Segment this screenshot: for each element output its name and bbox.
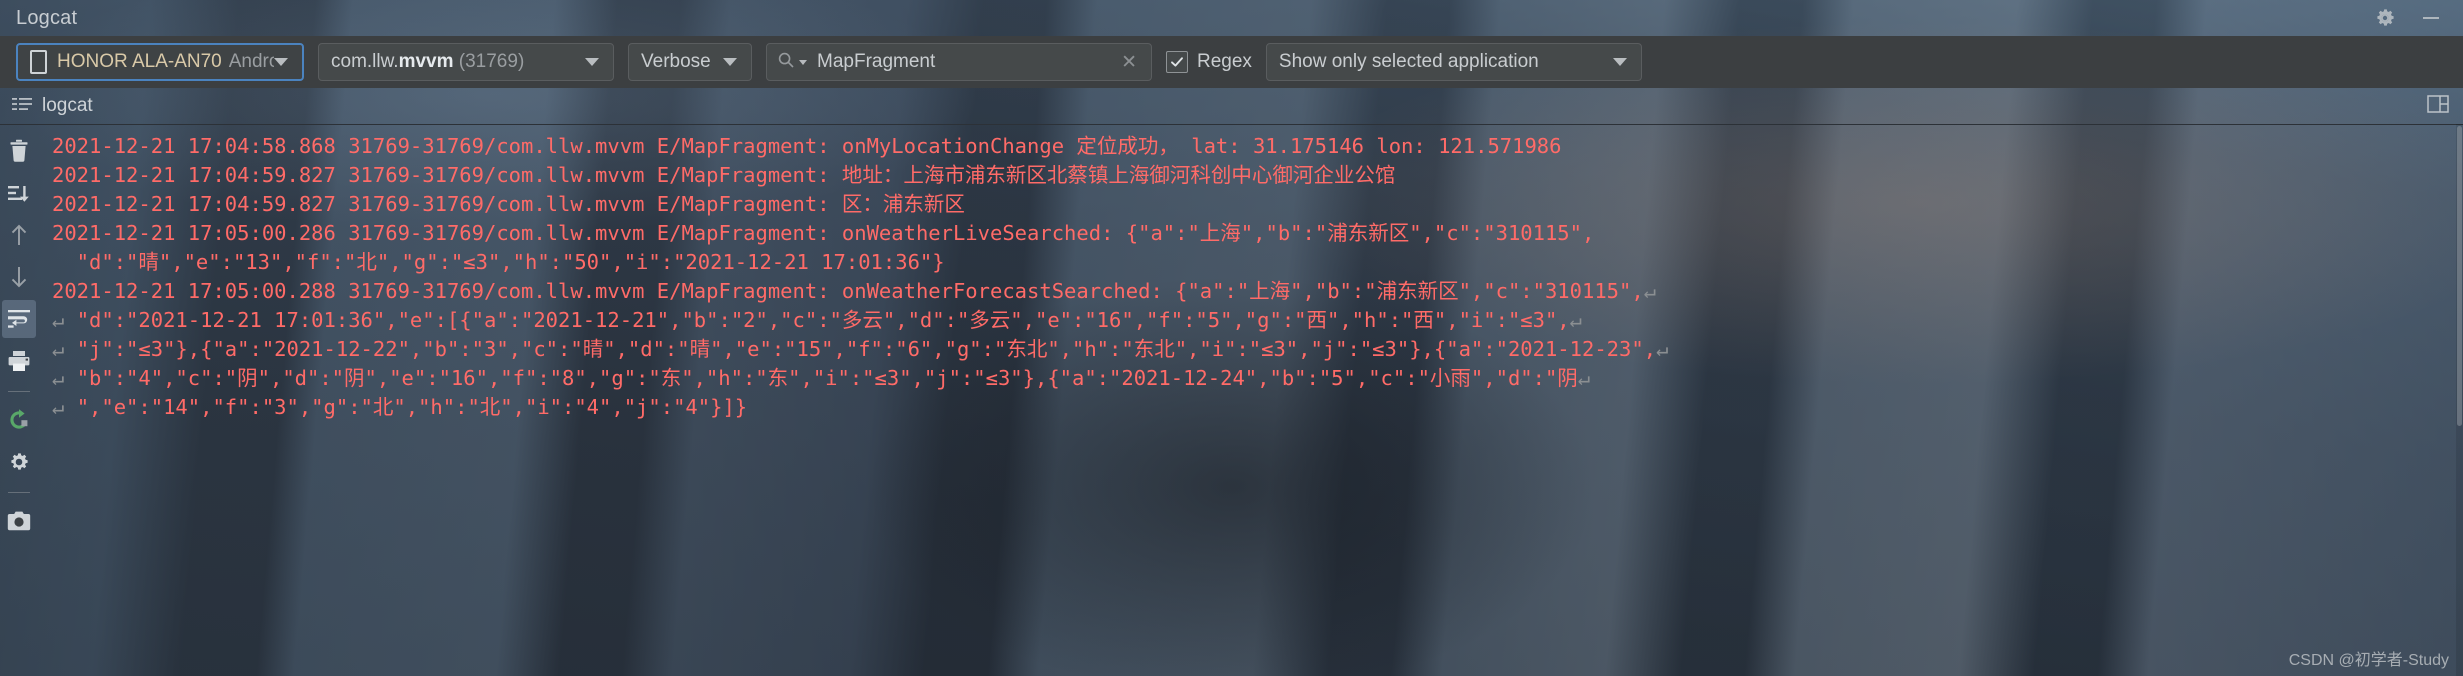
regex-checkbox[interactable]: Regex bbox=[1166, 51, 1252, 73]
wrap-marker-icon: ↵ bbox=[52, 308, 77, 332]
logcat-list-icon bbox=[12, 96, 32, 117]
layout-panels-icon[interactable] bbox=[2427, 94, 2449, 118]
soft-wrap-icon[interactable] bbox=[2, 300, 36, 338]
chevron-down-icon bbox=[723, 58, 737, 66]
device-selector[interactable]: HONOR ALA-AN70 Android 10, bbox=[16, 43, 304, 81]
wrap-marker-icon: ↵ bbox=[1577, 366, 1591, 390]
gear-icon[interactable] bbox=[2373, 6, 2397, 30]
log-line[interactable]: 2021-12-21 17:04:58.868 31769-31769/com.… bbox=[52, 132, 2463, 161]
log-line[interactable]: ↵ "j":"≤3"},{"a":"2021-12-22","b":"3","c… bbox=[52, 335, 2463, 364]
log-line-text: 2021-12-21 17:04:59.827 31769-31769/com.… bbox=[52, 163, 1396, 187]
wrap-marker-icon: ↵ bbox=[52, 366, 77, 390]
divider bbox=[8, 492, 30, 493]
process-label: com.llw.mvvm (31769) bbox=[331, 51, 525, 72]
process-selector[interactable]: com.llw.mvvm (31769) bbox=[318, 43, 614, 81]
title-bar-actions bbox=[2373, 6, 2443, 30]
chevron-down-icon bbox=[274, 58, 288, 66]
log-line[interactable]: ↵ "b":"4","c":"阴","d":"阴","e":"16","f":"… bbox=[52, 364, 2463, 393]
device-name: HONOR ALA-AN70 bbox=[57, 51, 222, 72]
wrap-marker-icon: ↵ bbox=[1569, 308, 1582, 332]
scroll-to-end-icon[interactable] bbox=[2, 174, 36, 212]
wrap-marker-icon: ↵ bbox=[52, 395, 77, 419]
log-line[interactable]: "d":"晴","e":"13","f":"北","g":"≤3","h":"5… bbox=[52, 248, 2463, 277]
page-title: Logcat bbox=[16, 6, 78, 29]
log-line-text: 2021-12-21 17:05:00.288 31769-31769/com.… bbox=[52, 279, 1644, 303]
log-line[interactable]: ↵ "d":"2021-12-21 17:01:36","e":[{"a":"2… bbox=[52, 306, 2463, 335]
close-icon[interactable]: ✕ bbox=[1117, 51, 1141, 74]
chevron-down-icon bbox=[1612, 58, 1627, 66]
checkmark-icon bbox=[1166, 51, 1188, 73]
log-line[interactable]: 2021-12-21 17:05:00.288 31769-31769/com.… bbox=[52, 277, 2463, 306]
restart-icon[interactable] bbox=[2, 401, 36, 439]
logcat-tabstrip: logcat bbox=[0, 88, 2463, 125]
device-meta: Android 10, bbox=[228, 51, 274, 72]
filter-scope-selector[interactable]: Show only selected application bbox=[1265, 43, 1642, 81]
log-line-text: "d":"2021-12-21 17:01:36","e":[{"a":"202… bbox=[76, 308, 1570, 332]
log-line[interactable]: ↵ ","e":"14","f":"3","g":"北","h":"北","i"… bbox=[52, 393, 2463, 422]
wrap-marker-icon: ↵ bbox=[1656, 337, 1669, 361]
screenshot-icon[interactable] bbox=[2, 502, 36, 540]
down-arrow-icon[interactable] bbox=[2, 258, 36, 296]
log-level-value: Verbose bbox=[641, 51, 711, 72]
clear-logcat-icon[interactable] bbox=[2, 132, 36, 170]
minimize-icon[interactable] bbox=[2419, 6, 2443, 30]
search-input[interactable]: MapFragment ✕ bbox=[766, 43, 1152, 81]
title-bar: Logcat bbox=[0, 0, 2463, 36]
vertical-scrollbar[interactable] bbox=[2456, 124, 2463, 676]
regex-label: Regex bbox=[1197, 51, 1252, 72]
log-line-text: "d":"晴","e":"13","f":"北","g":"≤3","h":"5… bbox=[52, 250, 945, 274]
log-line-text: "j":"≤3"},{"a":"2021-12-22","b":"3","c":… bbox=[76, 337, 1657, 361]
up-arrow-icon[interactable] bbox=[2, 216, 36, 254]
search-icon bbox=[777, 51, 795, 74]
log-line-text: 2021-12-21 17:04:59.827 31769-31769/com.… bbox=[52, 192, 965, 216]
divider bbox=[8, 391, 30, 392]
watermark: CSDN @初学者-Study bbox=[2288, 652, 2449, 669]
chevron-down-icon bbox=[585, 58, 599, 66]
settings-icon[interactable] bbox=[2, 443, 36, 481]
log-line[interactable]: 2021-12-21 17:04:59.827 31769-31769/com.… bbox=[52, 190, 2463, 219]
logcat-output[interactable]: 2021-12-21 17:04:58.868 31769-31769/com.… bbox=[38, 124, 2463, 676]
chevron-down-icon[interactable] bbox=[799, 59, 807, 65]
logcat-toolbar: HONOR ALA-AN70 Android 10, com.llw.mvvm … bbox=[0, 36, 2463, 88]
tab-logcat[interactable]: logcat bbox=[42, 95, 93, 117]
wrap-marker-icon: ↵ bbox=[52, 337, 77, 361]
phone-icon bbox=[30, 50, 47, 74]
filter-scope-value: Show only selected application bbox=[1278, 51, 1539, 72]
logcat-side-toolbar bbox=[0, 124, 38, 676]
log-line-text: 2021-12-21 17:04:58.868 31769-31769/com.… bbox=[52, 134, 1562, 158]
log-line-text: "b":"4","c":"阴","d":"阴","e":"16","f":"8"… bbox=[76, 366, 1578, 390]
wrap-marker-icon: ↵ bbox=[1643, 279, 1657, 303]
log-level-selector[interactable]: Verbose bbox=[628, 43, 752, 81]
log-line-text: 2021-12-21 17:05:00.286 31769-31769/com.… bbox=[52, 221, 1595, 245]
log-line[interactable]: 2021-12-21 17:04:59.827 31769-31769/com.… bbox=[52, 161, 2463, 190]
scrollbar-thumb[interactable] bbox=[2457, 126, 2462, 426]
log-line[interactable]: 2021-12-21 17:05:00.286 31769-31769/com.… bbox=[52, 219, 2463, 248]
search-value: MapFragment bbox=[817, 51, 936, 72]
log-line-text: ","e":"14","f":"3","g":"北","h":"北","i":"… bbox=[76, 395, 748, 419]
print-icon[interactable] bbox=[2, 342, 36, 380]
